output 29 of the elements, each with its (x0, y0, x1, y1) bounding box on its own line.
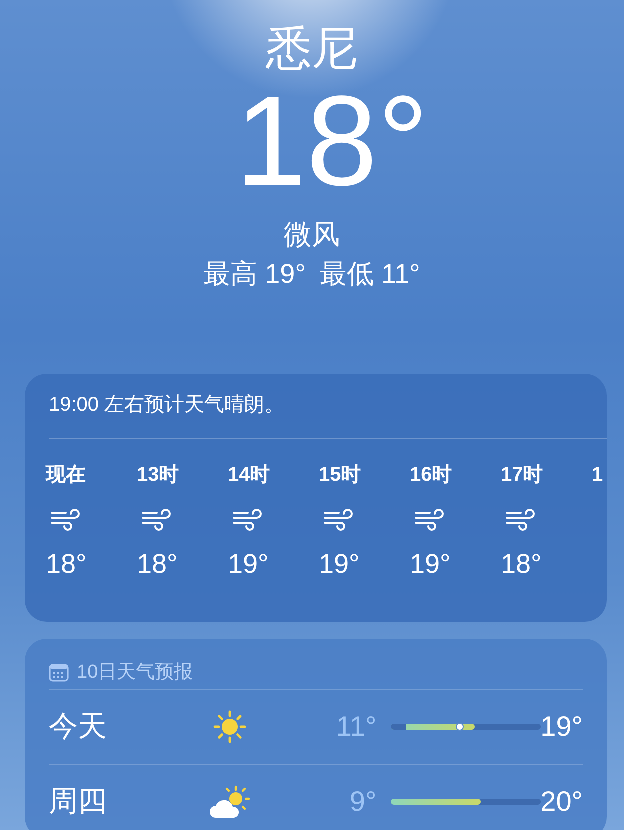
hour-label: 17时 (501, 463, 544, 488)
hour-temperature: 18° (137, 548, 178, 581)
hour-temperature: 18° (501, 548, 542, 581)
sun-icon (212, 710, 246, 744)
hour-label: 13时 (137, 463, 180, 488)
hour-temperature: 19° (228, 548, 269, 581)
day-label: 今天 (49, 710, 108, 745)
low-temperature: 最低 11° (320, 258, 420, 291)
condition-text: 微风 (284, 218, 340, 252)
partly-cloudy-icon (208, 785, 252, 819)
hour-label: 1 (592, 463, 604, 488)
hour-label: 14时 (228, 463, 270, 488)
forecast-title: 10日天气预报 (77, 661, 194, 685)
current-temperature: 18° (234, 82, 429, 202)
high-temperature: 最高 19° (204, 258, 306, 291)
hour-temperature: 19° (319, 548, 360, 581)
hour-label: 16时 (410, 463, 452, 488)
low-temperature: 9° (348, 785, 377, 819)
hour-label: 15时 (319, 463, 362, 488)
calendar-icon (49, 664, 69, 682)
day-label: 周四 (49, 785, 108, 820)
low-temperature: 11° (335, 710, 377, 744)
hour-label: 现在 (46, 463, 86, 488)
hour-temperature: 19° (410, 548, 451, 581)
high-temperature: 20° (540, 785, 583, 819)
hour-temperature: 18° (46, 548, 87, 581)
city-name: 悉尼 (266, 21, 358, 76)
forecast-summary: 19:00 左右预计天气晴朗。 (48, 393, 286, 418)
high-temperature: 19° (540, 710, 583, 744)
